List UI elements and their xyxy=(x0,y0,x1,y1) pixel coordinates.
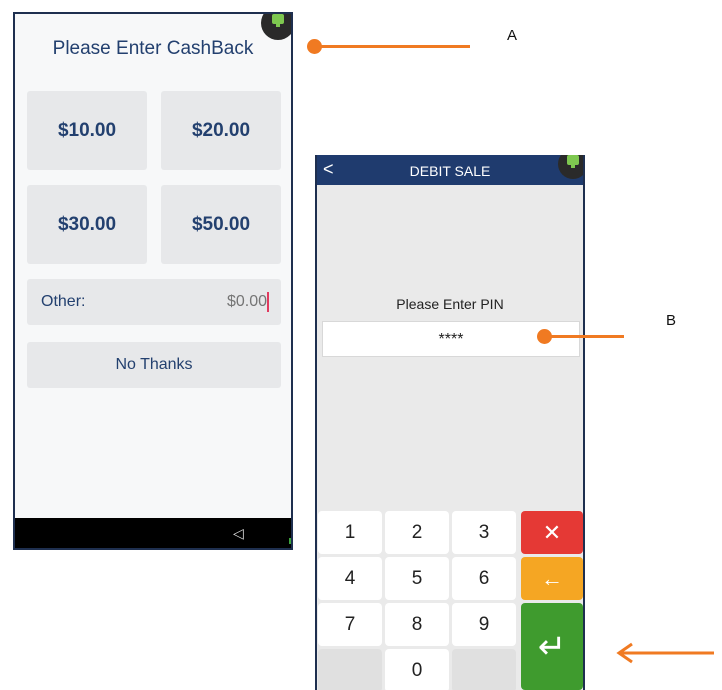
cashback-20-button[interactable]: $20.00 xyxy=(161,91,281,170)
terminal-status-icon xyxy=(261,14,291,40)
pin-prompt: Please Enter PIN xyxy=(396,296,504,312)
clear-button[interactable]: ← xyxy=(521,557,583,600)
android-nav-bar: ◁ xyxy=(15,518,291,548)
key-4[interactable]: 4 xyxy=(318,557,382,600)
cashback-10-button[interactable]: $10.00 xyxy=(27,91,147,170)
cancel-button[interactable]: ✕ xyxy=(521,511,583,554)
cashback-title: Please Enter CashBack xyxy=(52,38,254,59)
annotation-a-label: A xyxy=(507,27,518,44)
key-9[interactable]: 9 xyxy=(452,603,516,646)
other-label: Other: xyxy=(41,293,86,310)
other-amount-input[interactable] xyxy=(177,291,267,313)
nav-indicator xyxy=(289,538,291,544)
key-2[interactable]: 2 xyxy=(385,511,449,554)
annotation-b-line xyxy=(544,335,624,338)
header-bar: < DEBIT SALE xyxy=(317,155,583,185)
enter-button[interactable]: ↵ xyxy=(521,603,583,690)
key-0[interactable]: 0 xyxy=(385,649,449,690)
key-8[interactable]: 8 xyxy=(385,603,449,646)
key-blank-right xyxy=(452,649,516,690)
text-caret xyxy=(267,292,269,312)
cashback-screen: Please Enter CashBack $10.00 $20.00 $30.… xyxy=(13,12,293,550)
key-3[interactable]: 3 xyxy=(452,511,516,554)
cashback-50-button[interactable]: $50.00 xyxy=(161,185,281,264)
debit-pin-screen: < DEBIT SALE Please Enter PIN **** 1 2 3… xyxy=(315,155,585,690)
nav-back-icon[interactable]: ◁ xyxy=(233,525,244,542)
key-blank-left xyxy=(318,649,382,690)
annotation-enter-arrow-icon xyxy=(616,642,714,664)
key-5[interactable]: 5 xyxy=(385,557,449,600)
key-6[interactable]: 6 xyxy=(452,557,516,600)
annotation-b-label: B xyxy=(666,312,677,329)
header-title: DEBIT SALE xyxy=(409,163,491,179)
other-amount-row[interactable]: Other: xyxy=(27,279,281,325)
annotation-a-line xyxy=(314,45,470,48)
key-1[interactable]: 1 xyxy=(318,511,382,554)
no-thanks-button[interactable]: No Thanks xyxy=(27,342,281,388)
cashback-30-button[interactable]: $30.00 xyxy=(27,185,147,264)
key-7[interactable]: 7 xyxy=(318,603,382,646)
